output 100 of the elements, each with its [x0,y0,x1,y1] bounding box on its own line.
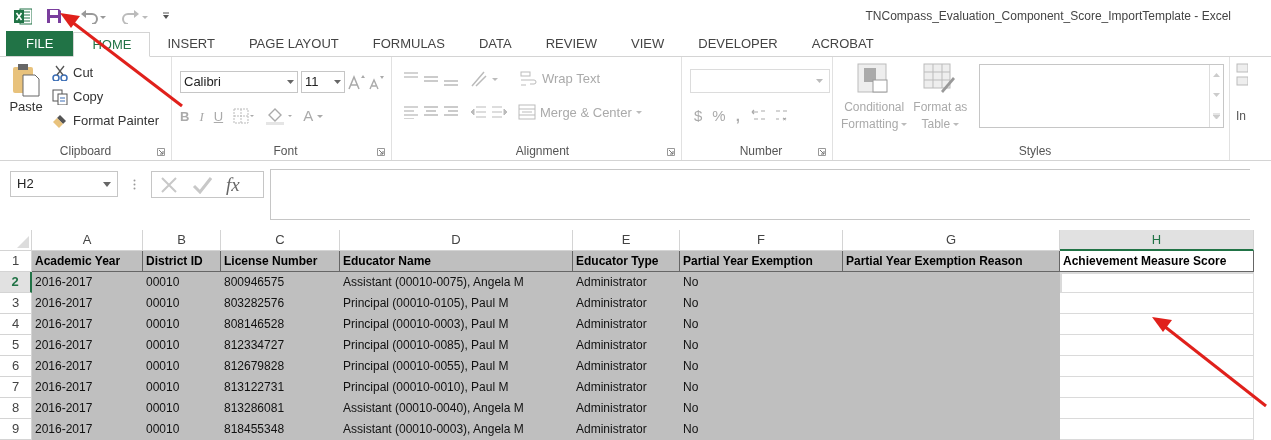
ribbon-tab[interactable]: VIEW [614,31,682,56]
copy-icon[interactable] [52,89,68,105]
scroll-up-icon[interactable] [1213,73,1221,77]
more-icon[interactable] [1213,113,1221,119]
ribbon-tab[interactable]: REVIEW [528,31,614,56]
row-header[interactable]: 2 [0,272,32,293]
group-label: Clipboard [59,143,112,160]
table-cell: No [680,398,843,419]
table-cell: 2016-2017 [32,377,143,398]
table-cell: Educator Name [340,251,573,272]
grow-font-icon[interactable] [348,74,366,90]
clipboard-button[interactable]: Copy [52,87,159,107]
table-cell: 00010 [143,398,221,419]
drag-handle-icon[interactable] [133,179,136,190]
table-cell: 2016-2017 [32,272,143,293]
insert-label[interactable]: In [1236,107,1260,125]
dropdown-arrow-icon[interactable] [103,181,111,187]
excel-logo-icon[interactable] [14,7,32,25]
fill-color-icon[interactable] [265,107,294,126]
insert-cells-icon[interactable] [1236,63,1248,89]
select-all-icon[interactable] [17,236,29,248]
table-cell: Educator Type [573,251,680,272]
scissors-icon[interactable] [52,65,68,81]
dropdown-arrow-icon[interactable] [334,80,341,84]
merge-cells-icon[interactable] [518,104,536,121]
table-cell: 00010 [143,335,221,356]
font-name-field[interactable]: Calibri [180,71,298,93]
table-cell: District ID [143,251,221,272]
table-cell: Academic Year [32,251,143,272]
clipboard-button[interactable]: Format Painter [52,111,159,131]
table-cell: Achievement Measure Score [1060,251,1254,272]
table-format-icon[interactable] [923,63,958,95]
table-cell: Assistant (00010-0003), Angela M [340,419,573,440]
table-cell: 00010 [143,314,221,335]
font-size-field[interactable]: 11 [301,71,345,93]
table-cell: Assistant (00010-0040), Angela M [340,398,573,419]
table-cell: 00010 [143,377,221,398]
paste-button[interactable]: Paste [0,57,52,142]
shrink-font-icon[interactable] [369,74,385,90]
ribbon-tab[interactable]: INSERT [150,31,232,56]
dialog-launcher-icon[interactable] [818,148,826,156]
table-cell: 2016-2017 [32,314,143,335]
number-format-field[interactable] [690,69,830,93]
table-cell: No [680,335,843,356]
table-cell: Administrator [573,314,680,335]
ribbon-tab[interactable]: DATA [461,31,529,56]
borders-icon[interactable] [233,108,256,125]
table-cell: 800946575 [221,272,340,293]
table-cell: 812679828 [221,356,340,377]
dialog-launcher-icon[interactable] [377,148,385,156]
window-title: TNCompass_Evaluation_Component_Score_ImportTemplate - Excel [865,8,1231,25]
table-cell: Principal (00010-0105), Paul M [340,293,573,314]
cancel-icon[interactable] [160,175,178,194]
file-tab[interactable]: FILE [6,31,74,56]
table-cell: Administrator [573,398,680,419]
ribbon-tab[interactable]: PAGE LAYOUT [231,31,356,56]
active-cell[interactable] [1060,272,1254,293]
table-cell: 813122731 [221,377,340,398]
table-cell: Partial Year Exemption Reason [843,251,1060,272]
undo-icon[interactable] [80,8,106,24]
table-cell: Administrator [573,356,680,377]
group-label: Font [273,143,298,160]
table-cell: 803282576 [221,293,340,314]
formula-input[interactable] [270,169,1250,220]
table-cell: 2016-2017 [32,293,143,314]
dialog-launcher-icon[interactable] [667,148,675,156]
table-cell: 2016-2017 [32,398,143,419]
group-label: Alignment [515,143,570,160]
check-icon[interactable] [192,175,212,194]
wrap-text-icon[interactable] [520,70,538,87]
table-cell: No [680,377,843,398]
table-cell: Principal (00010-0010), Paul M [340,377,573,398]
table-cell: Administrator [573,272,680,293]
dialog-launcher-icon[interactable] [157,148,165,156]
save-icon[interactable] [46,8,62,24]
customize-toolbar-icon[interactable] [162,12,170,20]
table-cell: 00010 [143,293,221,314]
dropdown-arrow-icon[interactable] [287,80,294,84]
table-cell: 2016-2017 [32,335,143,356]
insert-function-button[interactable]: fx [226,175,240,194]
table-cell: Principal (00010-0003), Paul M [340,314,573,335]
table-cell: 00010 [143,356,221,377]
group-label: Styles [1018,143,1052,160]
table-cell: 00010 [143,272,221,293]
table-cell: Administrator [573,293,680,314]
paintbrush-icon[interactable] [52,113,68,129]
styles-gallery[interactable] [979,64,1225,128]
scroll-down-icon[interactable] [1213,93,1221,97]
table-cell: No [680,272,843,293]
ribbon-tab[interactable]: FORMULAS [355,31,462,56]
orientation-icon[interactable] [470,69,500,88]
ribbon-tab[interactable]: DEVELOPER [681,31,795,56]
ribbon-tab[interactable]: ACROBAT [794,31,891,56]
redo-icon[interactable] [122,8,148,24]
clipboard-icon[interactable] [11,63,41,97]
group-label: Number [739,143,783,160]
column-header[interactable]: H [1060,230,1254,251]
clipboard-button[interactable]: Cut [52,63,159,83]
name-box[interactable]: H2 [10,171,118,197]
indent-icon[interactable] [470,105,508,120]
